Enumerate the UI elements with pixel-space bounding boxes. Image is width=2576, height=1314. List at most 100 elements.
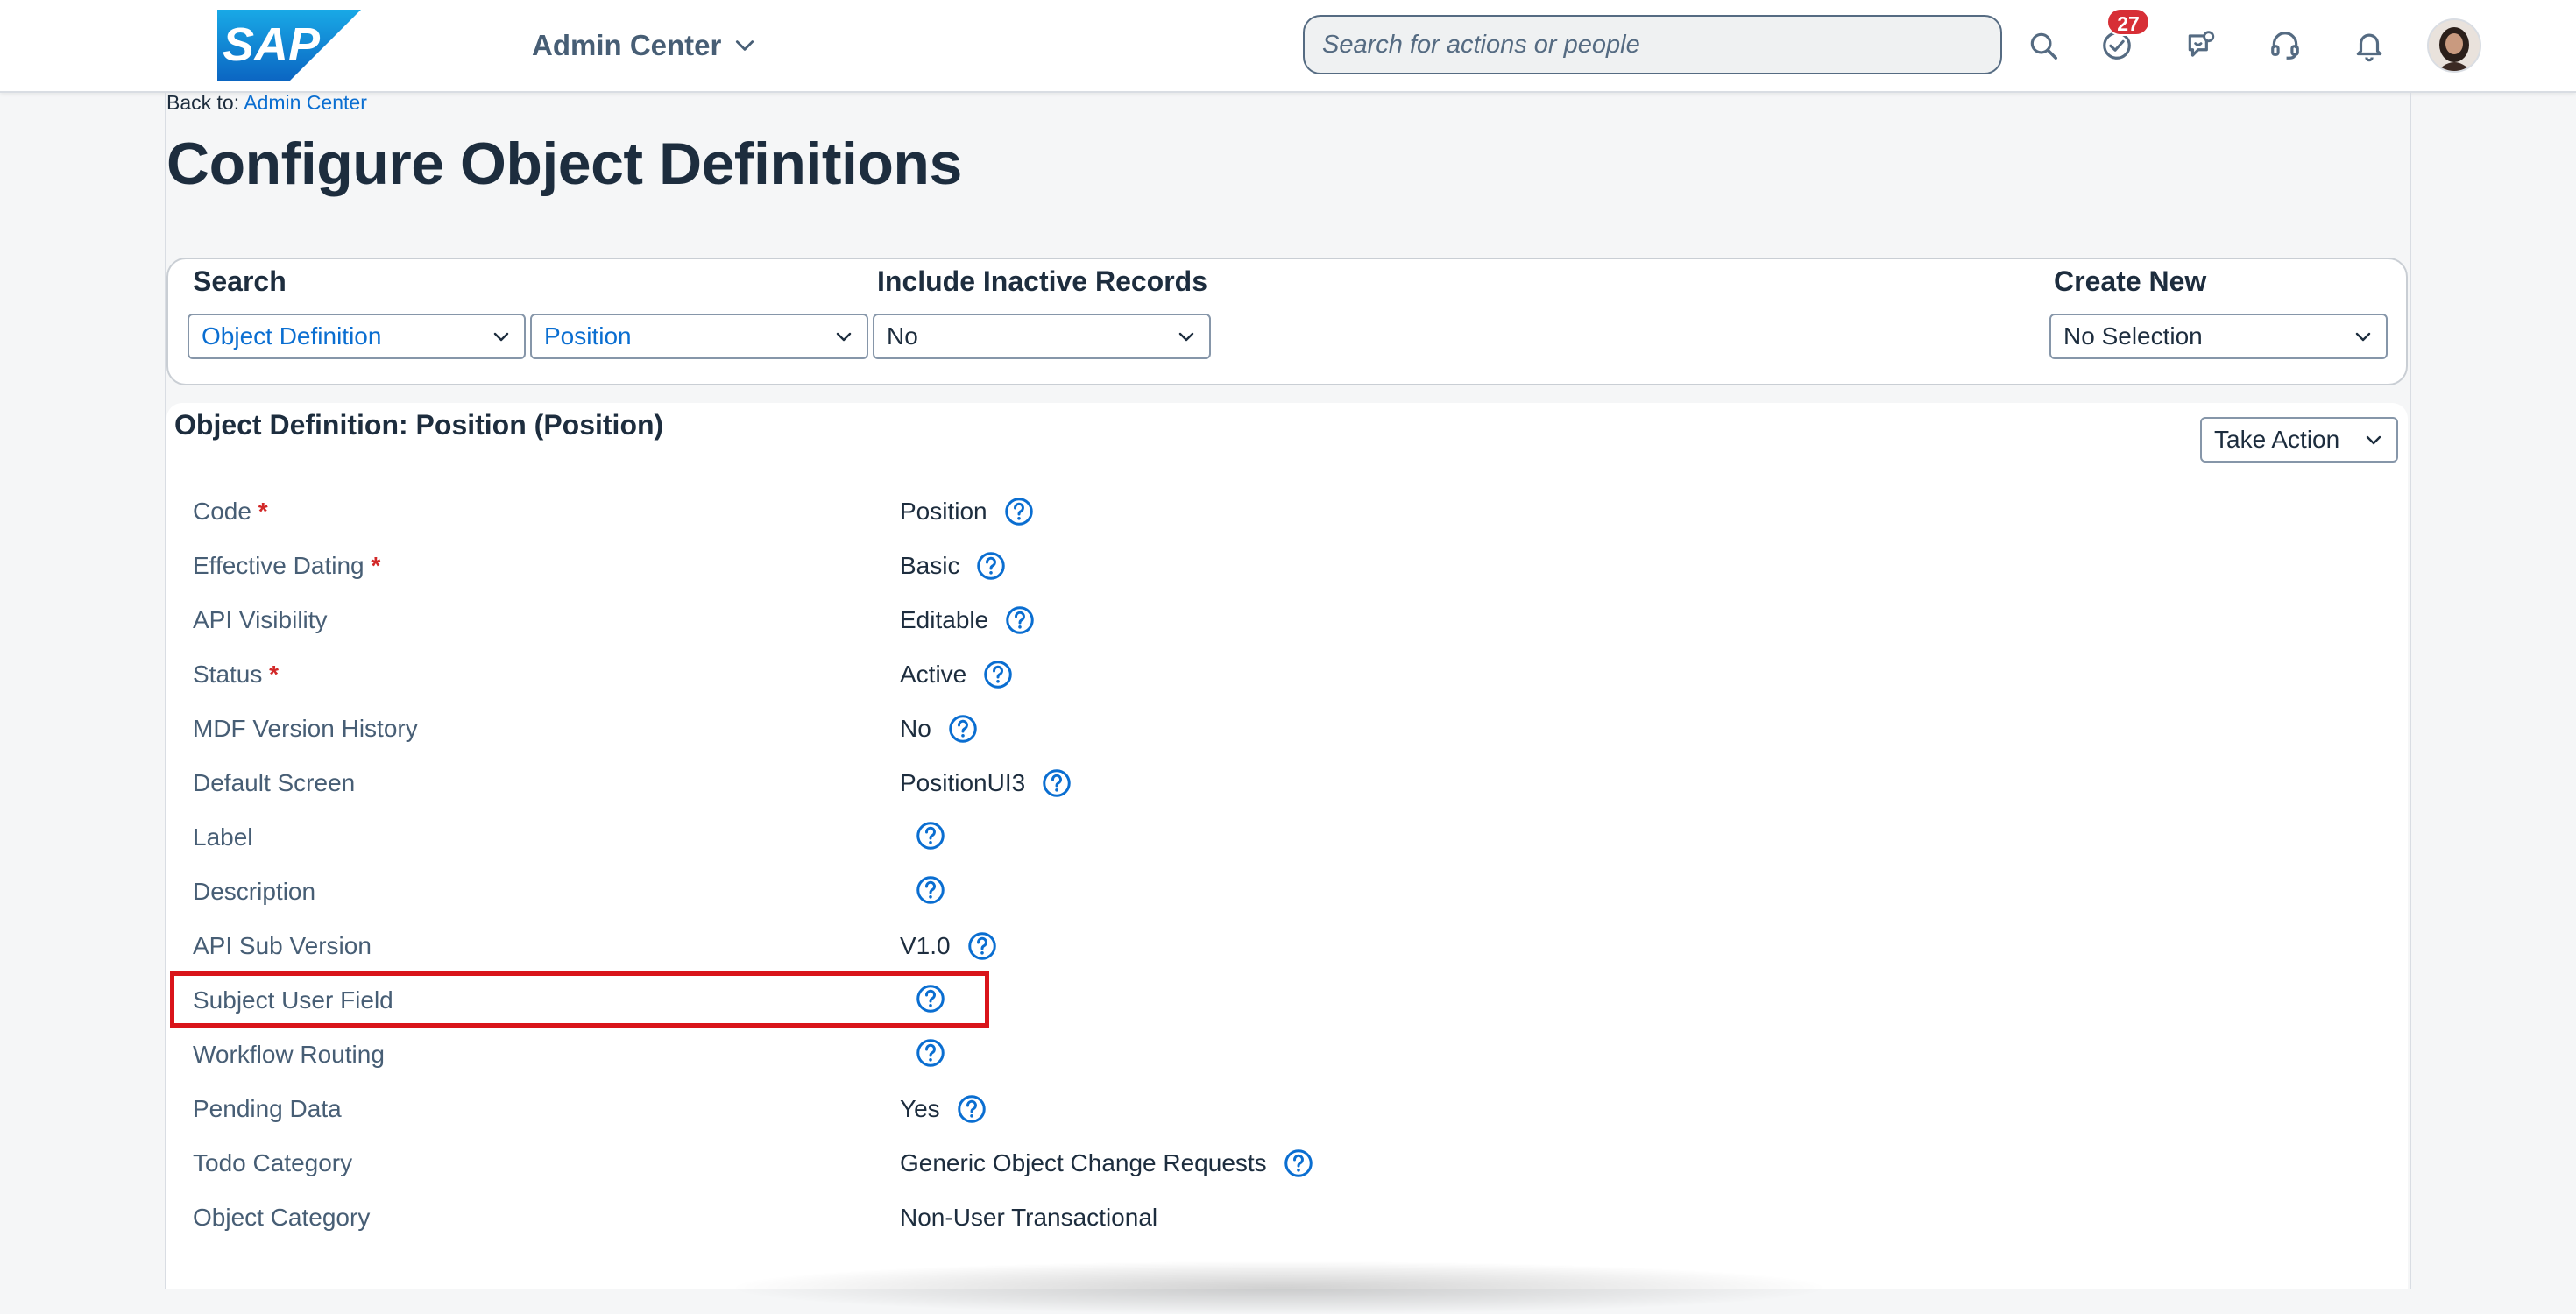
help-question-icon [967, 932, 996, 960]
field-label-text: Pending Data [193, 1095, 342, 1122]
field-label-text: API Visibility [193, 606, 328, 633]
help-question-icon [957, 1095, 986, 1123]
field-value-text: Yes [900, 1095, 940, 1122]
create-new-value: No Selection [2063, 322, 2203, 350]
chevron-down-icon [2366, 435, 2381, 445]
field-label-text: Status [193, 661, 263, 688]
help-button[interactable] [1041, 767, 1072, 799]
field-value-text: Editable [900, 606, 989, 633]
help-question-icon [1043, 769, 1071, 797]
breadcrumb: Back to: Admin Center [166, 91, 367, 115]
todo-count-badge: 27 [2106, 8, 2150, 36]
chevron-down-icon [736, 40, 754, 51]
field-value-text: PositionUI3 [900, 769, 1026, 796]
field-value-text: Active [900, 661, 967, 688]
floating-toolbar-shadow [736, 1261, 1822, 1314]
help-question-icon [977, 552, 1006, 580]
field-value-api-visibility: Editable [900, 603, 1036, 638]
field-label-object-category: Object Category [193, 1200, 370, 1235]
chevron-down-icon [836, 332, 852, 342]
search-button[interactable] [2022, 25, 2064, 67]
app-title-menu[interactable]: Admin Center [532, 26, 756, 65]
help-button[interactable] [915, 874, 946, 906]
search-icon [2030, 32, 2057, 60]
chevron-down-icon [493, 332, 509, 342]
help-button[interactable] [1003, 496, 1035, 527]
help-question-icon [949, 715, 977, 743]
help-button[interactable] [947, 713, 979, 745]
search-object-value: Position [544, 322, 632, 350]
field-label-label: Label [193, 820, 253, 855]
field-label-workflow-routing: Workflow Routing [193, 1037, 385, 1072]
required-marker: * [371, 552, 381, 579]
field-value-pending-data: Yes [900, 1091, 987, 1127]
help-button[interactable] [975, 550, 1007, 582]
field-label-text: MDF Version History [193, 715, 418, 742]
field-label-text: Description [193, 878, 316, 905]
search-type-value: Object Definition [202, 322, 382, 350]
field-label-text: API Sub Version [193, 932, 372, 959]
field-value-api-sub-version: V1.0 [900, 929, 998, 964]
include-inactive-select[interactable]: No [873, 314, 1211, 359]
help-button[interactable] [1283, 1148, 1314, 1179]
field-label-text: Label [193, 823, 253, 851]
create-new-label: Create New [2054, 265, 2207, 297]
field-value-workflow-routing [900, 1037, 946, 1069]
search-type-select[interactable]: Object Definition [188, 314, 526, 359]
help-button[interactable] [1004, 604, 1036, 636]
app-title-text: Admin Center [532, 29, 722, 61]
field-label-text: Object Category [193, 1204, 371, 1231]
avatar[interactable] [2427, 18, 2481, 73]
help-question-icon [916, 1039, 945, 1067]
field-label-description: Description [193, 874, 315, 909]
field-value-text: No [900, 715, 931, 742]
chevron-down-icon [2355, 332, 2371, 342]
create-new-select[interactable]: No Selection [2049, 314, 2388, 359]
field-label-mdf-version-history: MDF Version History [193, 711, 418, 746]
help-button[interactable] [956, 1093, 987, 1125]
bell-icon [2356, 33, 2382, 62]
field-label-pending-data: Pending Data [193, 1091, 342, 1127]
field-label-text: Workflow Routing [193, 1041, 385, 1068]
field-label-status: Status * [193, 657, 279, 692]
field-label-text: Todo Category [193, 1149, 353, 1176]
field-value-text: Basic [900, 552, 960, 579]
sap-logo-text: SAP [223, 18, 321, 71]
sap-logo[interactable]: SAP [217, 10, 361, 81]
field-value-text: Position [900, 498, 987, 525]
notifications-button[interactable] [2348, 25, 2390, 67]
headset-icon [2271, 32, 2299, 60]
chevron-down-icon [1178, 332, 1194, 342]
breadcrumb-prefix: Back to: [166, 91, 240, 114]
help-button[interactable] [966, 930, 998, 962]
search-object-select[interactable]: Position [530, 314, 868, 359]
take-action-button[interactable]: Take Action [2200, 417, 2398, 463]
help-question-icon [916, 876, 945, 904]
help-button[interactable] [915, 1037, 946, 1069]
breadcrumb-link-admin-center[interactable]: Admin Center [244, 91, 367, 114]
help-question-icon [984, 661, 1012, 689]
field-label-text: Default Screen [193, 769, 356, 796]
field-value-object-category: Non-User Transactional [900, 1200, 1157, 1235]
field-value-text: Non-User Transactional [900, 1204, 1158, 1231]
required-marker: * [258, 498, 268, 525]
help-question-icon [1004, 498, 1033, 526]
field-value-text: V1.0 [900, 932, 951, 959]
help-button[interactable] [915, 820, 946, 851]
help-question-icon [916, 822, 945, 850]
page-title: Configure Object Definitions [166, 131, 962, 197]
field-value-todo-category: Generic Object Change Requests [900, 1146, 1314, 1181]
support-button[interactable] [2264, 25, 2306, 67]
search-label: Search [193, 265, 287, 297]
field-label-effective-dating: Effective Dating * [193, 548, 380, 583]
help-button[interactable] [982, 659, 1014, 690]
field-value-code: Position [900, 494, 1035, 529]
required-marker: * [269, 661, 280, 688]
field-value-default-screen: PositionUI3 [900, 766, 1072, 801]
joule-assistant-button[interactable] [2180, 25, 2222, 67]
inactive-records-label: Include Inactive Records [877, 265, 1208, 297]
search-input[interactable] [1303, 15, 2002, 74]
help-question-icon [1284, 1149, 1313, 1177]
field-label-code: Code * [193, 494, 268, 529]
field-label-todo-category: Todo Category [193, 1146, 352, 1181]
